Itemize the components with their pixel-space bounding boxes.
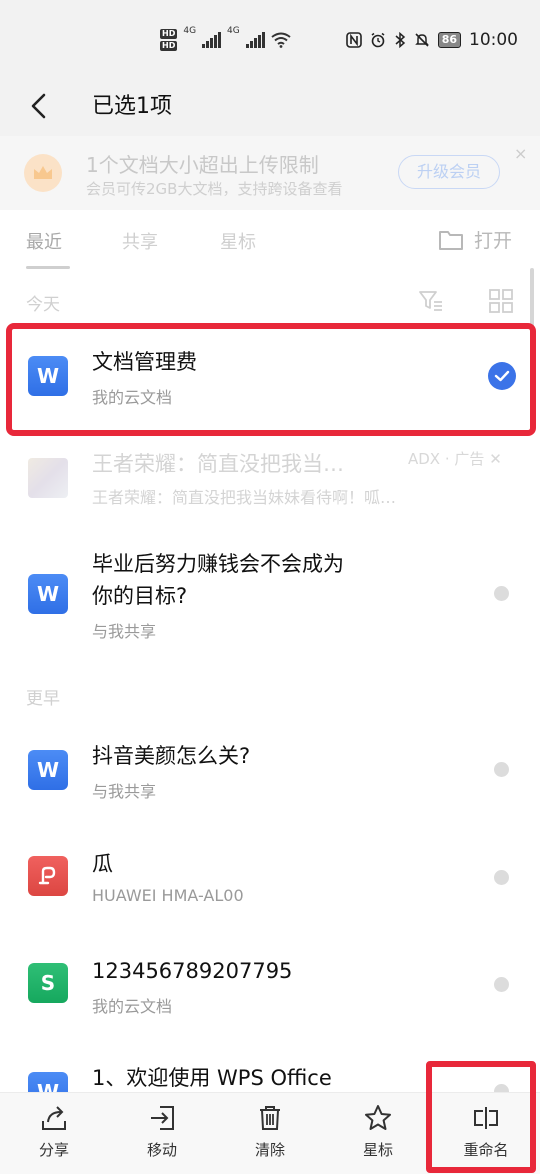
trash-icon <box>260 1106 280 1130</box>
hd-badges: HD HD <box>160 29 178 51</box>
star-label: 星标 <box>362 1141 393 1159</box>
alarm-icon <box>371 32 385 48</box>
app-header: 已选1项 <box>0 78 540 136</box>
ad-close-icon[interactable]: ✕ <box>489 450 502 468</box>
section-today: 今天 <box>26 295 60 315</box>
file-title: 123456789207795 <box>92 959 293 983</box>
file-row[interactable]: W 抖音美颜怎么关? 与我共享 <box>0 730 540 820</box>
banner-subtitle: 会员可传2GB大文档，支持跨设备查看 <box>86 180 343 198</box>
signal-icon-2 <box>245 32 265 48</box>
clear-button[interactable]: 清除 <box>230 1103 310 1160</box>
hd-badge-1: HD <box>160 29 178 39</box>
file-title: 1、欢迎使用 WPS Office <box>92 1066 332 1090</box>
net-type-1: 4G <box>183 26 197 36</box>
section-earlier: 更早 <box>26 689 60 709</box>
star-icon <box>365 1105 391 1130</box>
clear-label: 清除 <box>254 1141 285 1159</box>
tab-indicator <box>26 266 70 269</box>
tab-bar: 最近 共享 星标 打开 <box>0 210 540 272</box>
open-label: 打开 <box>474 230 513 252</box>
file-row[interactable]: S 123456789207795 我的云文档 <box>0 945 540 1035</box>
crown-icon <box>24 154 62 192</box>
move-icon <box>151 1106 174 1130</box>
file-location: HUAWEI HMA-AL00 <box>92 886 244 905</box>
open-button[interactable]: 打开 <box>438 226 512 253</box>
word-doc-icon: W <box>28 1072 68 1092</box>
upload-limit-banner: 1个文档大小超出上传限制 会员可传2GB大文档，支持跨设备查看 升级会员 × <box>0 136 540 210</box>
status-icons-right: 86 10:00 <box>345 28 518 52</box>
word-doc-icon: W <box>28 750 68 790</box>
ad-thumbnail <box>28 458 68 498</box>
file-location: 与我共享 <box>92 782 157 801</box>
signal-cluster: HD HD 4G 4G <box>160 26 291 54</box>
rename-highlight-box <box>426 1061 536 1173</box>
net-type-2: 4G <box>227 26 240 36</box>
share-button[interactable]: 分享 <box>14 1103 94 1160</box>
back-button[interactable] <box>24 86 56 126</box>
file-location: 我的云文档 <box>92 997 173 1016</box>
file-title: 瓜 <box>92 852 113 876</box>
clock: 10:00 <box>469 30 518 50</box>
hd-badge-2: HD <box>160 41 178 51</box>
tab-recent[interactable]: 最近 <box>26 228 62 254</box>
move-label: 移动 <box>146 1141 177 1159</box>
signal-icon <box>202 32 222 48</box>
page-title: 已选1项 <box>92 94 172 119</box>
word-doc-icon: W <box>28 574 68 614</box>
bluetooth-icon <box>395 32 405 48</box>
move-button[interactable]: 移动 <box>122 1103 202 1160</box>
select-circle[interactable] <box>494 870 509 885</box>
share-icon <box>42 1106 66 1130</box>
share-label: 分享 <box>38 1141 69 1159</box>
tab-starred[interactable]: 星标 <box>220 228 256 254</box>
grid-view-icon[interactable] <box>488 288 514 314</box>
select-circle[interactable] <box>494 977 509 992</box>
file-title-line2: 你的目标? <box>92 584 188 608</box>
file-row[interactable]: W 毕业后努力赚钱会不会成为 你的目标? 与我共享 <box>0 540 540 660</box>
file-title-line1: 毕业后努力赚钱会不会成为 <box>92 552 344 576</box>
file-row[interactable]: 瓜 HUAWEI HMA-AL00 <box>0 838 540 928</box>
mute-icon <box>414 33 429 47</box>
status-bar: HD HD 4G 4G 86 10:00 <box>0 0 540 78</box>
filter-icon[interactable] <box>418 288 444 314</box>
file-location: 与我共享 <box>92 622 157 641</box>
sheet-doc-icon: S <box>28 963 68 1003</box>
select-circle[interactable] <box>494 762 509 777</box>
banner-close-icon[interactable]: × <box>514 144 527 163</box>
nfc-icon <box>345 32 362 48</box>
ad-title: 王者荣耀：简直没把我当… <box>92 452 344 476</box>
ad-label: ADX · 广告 ✕ <box>408 450 502 468</box>
star-button[interactable]: 星标 <box>338 1103 418 1160</box>
chevron-left-icon <box>31 93 46 119</box>
folder-icon <box>439 230 463 250</box>
ad-subtitle: 王者荣耀：简直没把我当妹妹看待啊！呱… <box>92 488 397 507</box>
select-circle[interactable] <box>494 586 509 601</box>
banner-title: 1个文档大小超出上传限制 <box>86 153 319 177</box>
pdf-doc-icon <box>28 856 68 896</box>
wifi-icon <box>271 32 291 48</box>
file-title: 抖音美颜怎么关? <box>92 744 251 768</box>
tab-shared[interactable]: 共享 <box>122 228 158 254</box>
upgrade-member-button[interactable]: 升级会员 <box>398 155 500 189</box>
battery-indicator: 86 <box>437 32 461 48</box>
selection-highlight-box <box>6 323 536 436</box>
